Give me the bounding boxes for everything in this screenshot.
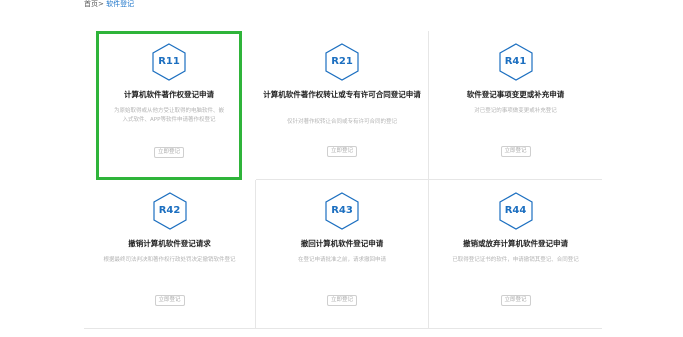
breadcrumb-current[interactable]: 软件登记 [106,0,134,8]
hexagon-badge-icon: R41 [498,43,533,81]
register-now-button[interactable]: 立即登记 [327,295,357,306]
card-title: 撤销计算机软件登记请求 [128,239,211,248]
card-r41[interactable]: R41 软件登记事项变更或补充申请 对已登记的事项做变更或补充登记 立即登记 [429,31,602,180]
card-description: 仅针对著作权转让合同或专有许可合同的登记 [286,119,397,125]
register-now-button[interactable]: 立即登记 [500,146,531,157]
hexagon-badge-icon: R43 [325,192,359,230]
card-title: 计算机软件著作权转让或专有许可合同登记申请 [263,90,421,99]
service-code: R42 [158,205,181,216]
card-title: 软件登记事项变更或补充申请 [466,90,565,99]
card-r21[interactable]: R21 计算机软件著作权转让或专有许可合同登记申请 仅针对著作权转让合同或专有许… [256,31,429,180]
breadcrumb: 首页> 软件登记 [84,0,134,9]
card-description: 为原始取得或从他方受让取得的电脑软件、嵌入式软件、APP等软件申请著作权登记 [113,108,224,123]
card-r11[interactable]: R11 计算机软件著作权登记申请 为原始取得或从他方受让取得的电脑软件、嵌入式软… [96,31,242,180]
card-r42[interactable]: R42 撤销计算机软件登记请求 根据最终司法判决和著作权行政处罚决定撤销软件登记… [84,180,256,329]
card-description: 对已登记的事项做变更或补充登记 [474,108,557,114]
service-card-grid: R11 计算机软件著作权登记申请 为原始取得或从他方受让取得的电脑软件、嵌入式软… [84,31,602,329]
card-r43[interactable]: R43 撤回计算机软件登记申请 在登记申请批准之前，请求撤回申请 立即登记 [256,180,429,329]
register-now-button[interactable]: 立即登记 [500,295,531,306]
breadcrumb-home[interactable]: 首页 [84,0,98,8]
service-code: R41 [504,56,527,67]
card-description: 已取得登记证书的软件，申请撤销其登记、合同登记 [452,257,579,263]
hexagon-badge-icon: R21 [325,43,359,81]
hexagon-badge-icon: R42 [152,192,187,230]
service-code: R11 [158,56,180,67]
service-code: R44 [504,205,527,216]
hexagon-badge-icon: R11 [152,43,186,81]
card-description: 根据最终司法判决和著作权行政处罚决定撤销软件登记 [103,257,236,263]
service-code: R21 [331,56,353,67]
register-now-button[interactable]: 立即登记 [327,146,357,157]
card-title: 撤回计算机软件登记申请 [300,239,384,248]
register-now-button[interactable]: 立即登记 [154,147,184,158]
service-code: R43 [331,205,353,216]
card-r44[interactable]: R44 撤销或放弃计算机软件登记申请 已取得登记证书的软件，申请撤销其登记、合同… [429,180,602,329]
register-now-button[interactable]: 立即登记 [154,295,185,306]
breadcrumb-separator: > [98,0,104,8]
card-description: 在登记申请批准之前，请求撤回申请 [297,257,386,263]
hexagon-badge-icon: R44 [498,192,533,230]
card-title: 计算机软件著作权登记申请 [124,90,214,99]
card-title: 撤销或放弃计算机软件登记申请 [463,239,568,248]
